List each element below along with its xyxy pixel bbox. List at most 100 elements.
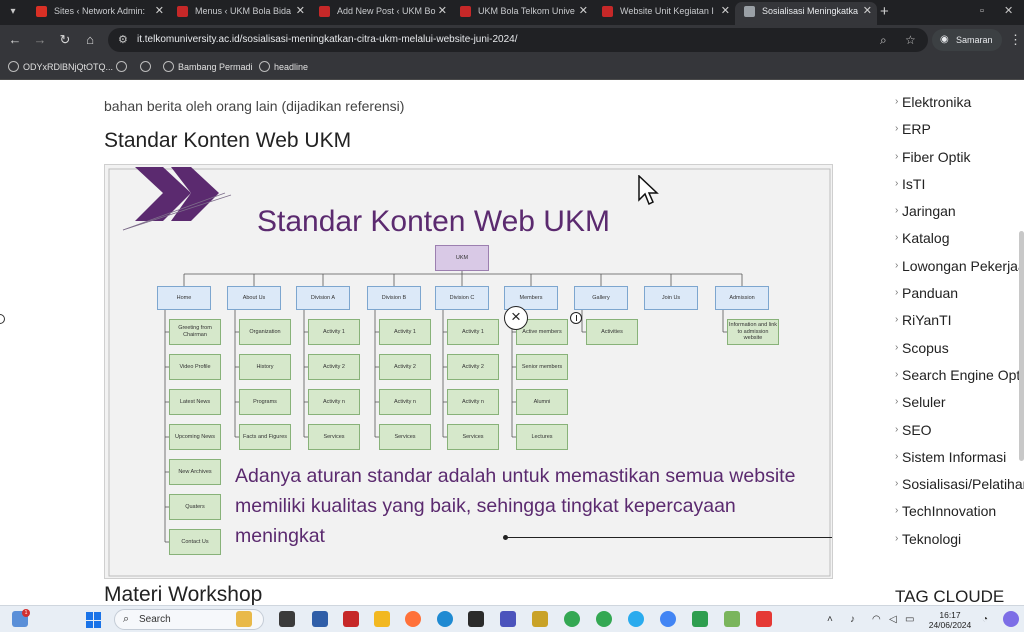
category-link[interactable]: › SEO	[895, 419, 1024, 446]
category-link[interactable]: › Teknologi	[895, 528, 1024, 555]
restore-window-icon[interactable]: ▫	[980, 2, 984, 21]
category-label: Sistem Informasi	[902, 448, 1007, 465]
category-link[interactable]: › Katalog	[895, 227, 1024, 254]
chevron-right-icon: ›	[895, 423, 899, 435]
globe-icon	[259, 61, 270, 72]
more-menu-icon[interactable]: ⋮	[1009, 31, 1022, 49]
taskbar-clock[interactable]: 16:17 24/06/2024	[922, 610, 978, 630]
category-link[interactable]: › Seluler	[895, 391, 1024, 418]
windows-start-icon[interactable]	[86, 612, 102, 628]
chrome-icon[interactable]	[660, 611, 676, 627]
tree-leaf-node: Lectures	[516, 424, 568, 450]
wifi-icon[interactable]: ◠	[872, 606, 881, 632]
url-text[interactable]: it.telkomuniversity.ac.id/sosialisasi-me…	[137, 28, 518, 52]
tab-search-chevron-down-icon[interactable]: ▾	[4, 3, 22, 21]
chevron-right-icon: ›	[895, 505, 899, 517]
vertical-scrollbar[interactable]	[1019, 231, 1024, 461]
browser-tab[interactable]: Add New Post ‹ UKM Bo ✕	[310, 2, 452, 25]
tab-title: Menus ‹ UKM Bola Bida	[195, 6, 292, 16]
bookmark-star-icon[interactable]: ☆	[905, 28, 916, 52]
browser-tab[interactable]: UKM Bola Telkom Unive ✕	[451, 2, 593, 25]
mcafee-icon[interactable]	[343, 611, 359, 627]
task-view-icon[interactable]	[279, 611, 295, 627]
category-link[interactable]: › Elektronika	[895, 91, 1024, 118]
bookmark-item[interactable]	[116, 55, 131, 80]
new-tab-plus-icon[interactable]: +	[880, 2, 889, 21]
teams-icon[interactable]	[500, 611, 516, 627]
taskbar-app-icon[interactable]	[756, 611, 772, 627]
chrome-icon[interactable]	[596, 611, 612, 627]
globe-icon	[140, 61, 151, 72]
category-link[interactable]: ›Search Engine Optimization	[895, 364, 1024, 391]
tree-leaf-node: Activity 2	[308, 354, 360, 380]
category-link[interactable]: › Scopus	[895, 337, 1024, 364]
chevron-right-icon: ›	[895, 396, 899, 408]
home-icon[interactable]: ⌂	[81, 31, 99, 49]
edge-icon[interactable]	[437, 611, 453, 627]
category-label: Fiber Optik	[902, 148, 971, 165]
zoom-magnifier-icon[interactable]: ⌕	[880, 28, 887, 52]
file-explorer-icon[interactable]	[374, 611, 390, 627]
tree-leaf-node: Latest News	[169, 389, 221, 415]
chrome-icon[interactable]	[564, 611, 580, 627]
browser-tab[interactable]: Sites ‹ Network Admin: ✕	[27, 2, 169, 25]
tab-title: Add New Post ‹ UKM Bo	[337, 6, 436, 16]
taskbar-app-icon[interactable]	[468, 611, 484, 627]
firefox-icon[interactable]	[405, 611, 421, 627]
tab-title: UKM Bola Telkom Unive	[478, 6, 575, 16]
browser-tab[interactable]: Website Unit Kegiatan I ✕	[593, 2, 735, 25]
bookmark-item[interactable]	[140, 55, 155, 80]
bookmark-item[interactable]: headline	[259, 55, 308, 80]
tree-leaf-node: Activity n	[447, 389, 499, 415]
close-tab-icon[interactable]: ✕	[155, 2, 164, 21]
notification-bell-icon[interactable]: ◔	[982, 606, 988, 632]
profile-button[interactable]: ◉ Samaran	[932, 29, 1002, 51]
browser-tab[interactable]: Menus ‹ UKM Bola Bida ✕	[168, 2, 310, 25]
chevron-right-icon: ›	[895, 232, 899, 244]
tree-leaf-node: Activity 1	[447, 319, 499, 345]
category-link[interactable]: › Fiber Optik	[895, 146, 1024, 173]
microphone-icon[interactable]: ♪	[850, 606, 855, 632]
taskbar-app-icon[interactable]	[692, 611, 708, 627]
back-arrow-icon[interactable]: ←	[6, 31, 24, 49]
category-link[interactable]: › IsTI	[895, 173, 1024, 200]
profile-name: Samaran	[956, 35, 993, 45]
battery-icon[interactable]: ▭	[905, 606, 914, 632]
close-tab-icon[interactable]: ✕	[438, 2, 447, 21]
address-bar[interactable]: ⚙ it.telkomuniversity.ac.id/sosialisasi-…	[108, 28, 928, 52]
close-tab-icon[interactable]: ✕	[579, 2, 588, 21]
tree-leaf-node: Services	[308, 424, 360, 450]
tree-leaf-node: Organization	[239, 319, 291, 345]
copilot-icon[interactable]	[1003, 611, 1019, 627]
search-icon: ⌕	[123, 613, 130, 625]
tree-root-node: UKM	[435, 245, 489, 271]
taskbar-app-icon[interactable]	[236, 611, 252, 627]
show-hidden-icons-chevron-up-icon[interactable]: ˄	[827, 606, 833, 632]
bookmark-item[interactable]: ODYxRDlBNjQtOTQ...	[8, 55, 113, 80]
category-link[interactable]: › Jaringan	[895, 200, 1024, 227]
close-window-icon[interactable]: ✕	[1004, 2, 1013, 21]
reload-icon[interactable]: ↻	[56, 31, 74, 49]
category-link[interactable]: › Sosialisasi/Pelatihan	[895, 473, 1024, 500]
category-link[interactable]: › RiYanTI	[895, 309, 1024, 336]
close-tab-icon[interactable]: ✕	[296, 2, 305, 21]
close-tab-icon[interactable]: ✕	[721, 2, 730, 21]
category-link[interactable]: › ERP	[895, 118, 1024, 145]
category-link[interactable]: › Panduan	[895, 282, 1024, 309]
category-link[interactable]: › Sistem Informasi	[895, 446, 1024, 473]
category-link[interactable]: › Lowongan Pekerjaan	[895, 255, 1024, 282]
forward-arrow-icon[interactable]: →	[31, 31, 49, 49]
taskbar-app-icon[interactable]	[532, 611, 548, 627]
close-tab-icon[interactable]: ✕	[863, 2, 872, 21]
chevron-right-icon: ›	[895, 177, 899, 189]
telegram-icon[interactable]	[628, 611, 644, 627]
taskbar-app-icon[interactable]	[724, 611, 740, 627]
category-link[interactable]: › TechInnovation	[895, 500, 1024, 527]
category-label: Search Engine Optimization	[902, 366, 1024, 383]
site-info-icon[interactable]: ⚙	[118, 31, 128, 49]
browser-tab[interactable]: Sosialisasi Meningkatka ✕	[735, 2, 877, 25]
bookmark-item[interactable]: Bambang Permadi	[163, 55, 253, 80]
volume-icon[interactable]: ◁	[889, 606, 897, 632]
taskbar-app-icon[interactable]	[312, 611, 328, 627]
windows-taskbar: 1 ⌕ Search ˄ ♪ ◠ ◁ ▭ 16:17 24/06/2024 ◔	[0, 605, 1024, 632]
